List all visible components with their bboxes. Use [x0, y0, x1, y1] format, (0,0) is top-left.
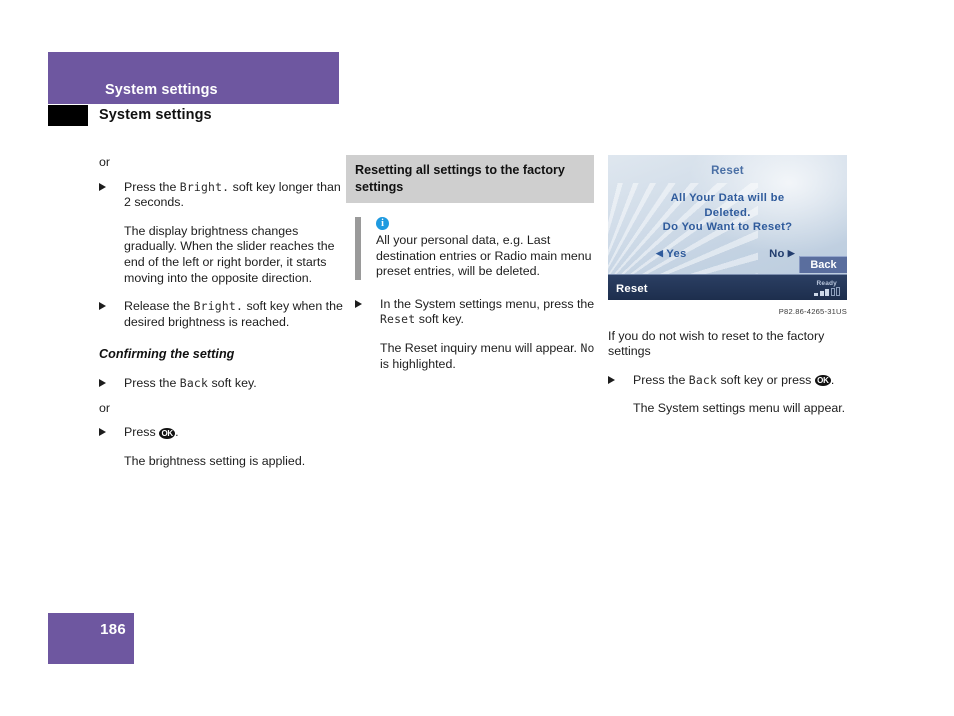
- display-screen-title: Reset: [711, 165, 744, 177]
- section-marker-block: [48, 105, 88, 126]
- instruction-step-brightness-hold: Press the Bright. soft key longer than 2…: [99, 180, 343, 211]
- display-confirmation-message: All Your Data will be Deleted. Do You Wa…: [662, 192, 793, 233]
- page-number-tab: 186: [48, 613, 134, 664]
- instruction-step-press-back: Press the Back soft key.: [99, 376, 343, 392]
- paragraph-brightness-applied: The brightness setting is applied.: [124, 453, 306, 468]
- paragraph-lead-in-no-reset: If you do not wish to reset to the facto…: [608, 328, 825, 359]
- soft-key-name-back: Back: [179, 375, 209, 390]
- step-text-pre: Press the: [124, 179, 177, 194]
- info-icon: i: [376, 217, 389, 230]
- display-soft-key-back[interactable]: Back: [799, 256, 847, 273]
- page-number: 186: [100, 621, 126, 638]
- ok-button-icon: OK: [814, 375, 831, 387]
- soft-key-name-reset: Reset: [380, 312, 416, 327]
- soft-key-name-no: No: [580, 340, 595, 355]
- paragraph-text-pre: The Reset inquiry menu will appear.: [380, 340, 577, 355]
- triangle-bullet-icon: [99, 428, 106, 437]
- signal-strength-icon: [814, 287, 840, 296]
- step-text-post: .: [830, 372, 835, 387]
- step-text-post: soft key.: [418, 312, 464, 327]
- step-text-post: soft key.: [211, 375, 257, 390]
- paragraph-brightness-behaviour: The display brightness changes gradually…: [124, 223, 335, 285]
- step-text-pre: In the System settings menu, press the: [380, 296, 595, 311]
- triangle-bullet-icon: [608, 375, 615, 384]
- chapter-header-band: System settings: [48, 52, 339, 104]
- instruction-step-press-ok: Press OK.: [99, 425, 343, 441]
- display-option-no[interactable]: No ▶: [769, 246, 795, 263]
- triangle-bullet-icon: [99, 182, 106, 191]
- ok-button-icon: OK: [159, 427, 176, 439]
- soft-key-name-back: Back: [688, 372, 718, 387]
- chapter-title: System settings: [105, 82, 218, 98]
- display-status-label: Reset: [616, 283, 648, 295]
- step-text-post: .: [175, 425, 179, 440]
- subheading-confirming-setting: Confirming the setting: [99, 347, 235, 362]
- section-heading-reset-factory: Resetting all settings to the factory se…: [346, 155, 594, 203]
- figure-caption: P82.86-4265-31US: [778, 307, 847, 316]
- paragraph-reset-inquiry: The Reset inquiry menu will appear. No i…: [355, 341, 595, 372]
- display-option-yes[interactable]: ◀ Yes: [656, 246, 687, 263]
- step-text-mid: soft key or press: [720, 372, 812, 387]
- info-note-block: i All your personal data, e.g. Last dest…: [355, 217, 595, 280]
- step-text-pre: Press: [124, 425, 156, 440]
- soft-key-name-bright: Bright.: [179, 179, 230, 194]
- triangle-bullet-icon: [355, 299, 362, 308]
- left-arrow-icon: ◀: [656, 248, 664, 258]
- right-arrow-icon: ▶: [787, 248, 795, 258]
- device-display-screenshot: Reset All Your Data will be Deleted. Do …: [608, 155, 847, 300]
- or-connector-1: or: [99, 155, 111, 169]
- instruction-step-release-bright: Release the Bright. soft key when the de…: [99, 299, 343, 330]
- soft-key-name-bright: Bright.: [193, 299, 243, 314]
- right-text-column: Reset All Your Data will be Deleted. Do …: [608, 155, 852, 417]
- no-label: No: [769, 248, 785, 260]
- triangle-bullet-icon: [99, 302, 106, 311]
- left-text-column: or Press the Bright. soft key longer tha…: [99, 155, 343, 469]
- info-note-text: All your personal data, e.g. Last destin…: [376, 233, 592, 279]
- instruction-step-press-reset: In the System settings menu, press the R…: [355, 297, 595, 328]
- step-text-pre: Press the: [124, 375, 177, 390]
- display-status-bar: Reset Ready: [608, 274, 847, 300]
- step-text-pre: Press the: [633, 372, 686, 387]
- or-connector-2: or: [99, 400, 111, 415]
- triangle-bullet-icon: [99, 379, 106, 388]
- paragraph-system-settings-appear: The System settings menu will appear.: [633, 401, 846, 416]
- middle-text-column: Resetting all settings to the factory se…: [346, 155, 595, 372]
- instruction-step-back-or-ok: Press the Back soft key or press OK.: [608, 373, 852, 389]
- step-text-pre: Release the: [124, 299, 191, 314]
- paragraph-text-post: is highlighted.: [380, 356, 456, 371]
- note-side-bar: [355, 217, 361, 280]
- yes-label: Yes: [666, 248, 687, 260]
- section-title: System settings: [99, 107, 212, 123]
